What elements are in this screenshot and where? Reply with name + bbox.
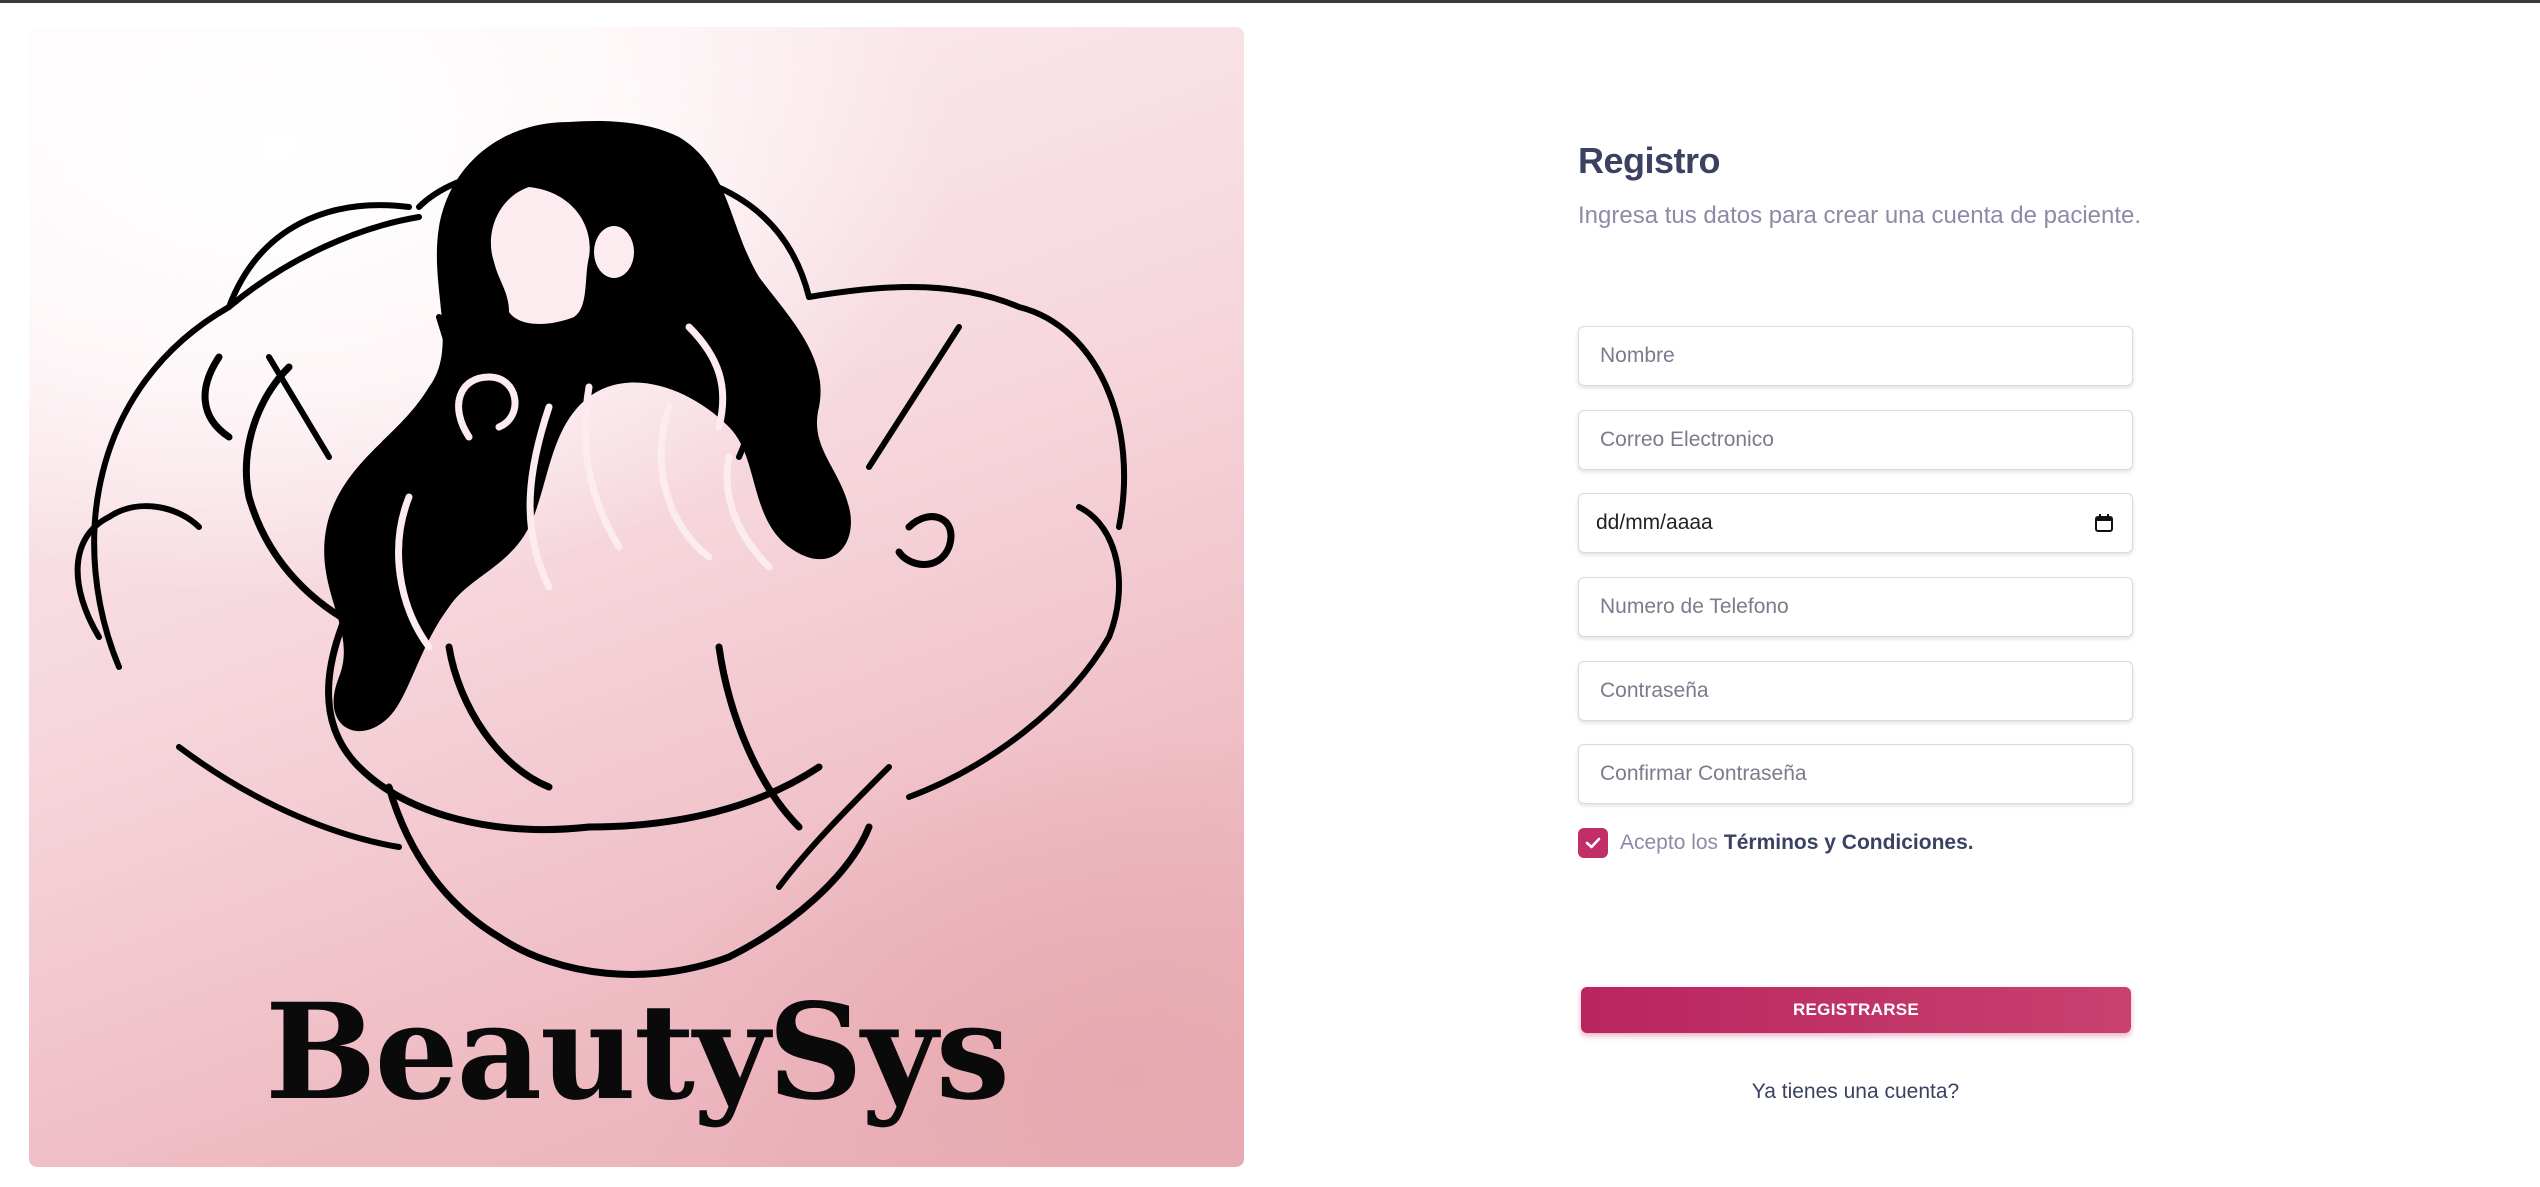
name-input[interactable] xyxy=(1578,326,2133,386)
terms-label: Acepto los Términos y Condiciones. xyxy=(1620,831,1974,855)
phone-input[interactable] xyxy=(1578,577,2133,637)
page-subtitle: Ingresa tus datos para crear una cuenta … xyxy=(1578,202,2142,229)
terms-link[interactable]: Términos y Condiciones. xyxy=(1724,831,1974,854)
check-icon xyxy=(1585,837,1601,849)
terms-prefix: Acepto los xyxy=(1620,831,1719,854)
registration-form: Registro Ingresa tus datos para crear un… xyxy=(1578,140,2142,1103)
terms-checkbox[interactable] xyxy=(1578,828,1608,858)
email-input[interactable] xyxy=(1578,410,2133,470)
birthdate-value: dd/mm/aaaa xyxy=(1596,511,1713,534)
brand-name: BeautySys xyxy=(264,975,1010,1130)
terms-row: Acepto los Términos y Condiciones. xyxy=(1578,828,1974,858)
calendar-icon[interactable] xyxy=(2094,513,2114,533)
page-title: Registro xyxy=(1578,140,1721,181)
password-input[interactable] xyxy=(1578,661,2133,721)
register-button[interactable]: REGISTRARSE xyxy=(1581,987,2131,1033)
confirm-password-input[interactable] xyxy=(1578,744,2133,804)
birthdate-input[interactable]: dd/mm/aaaa xyxy=(1578,493,2133,553)
login-link[interactable]: Ya tienes una cuenta? xyxy=(1578,1080,2133,1104)
hero-image: BeautySys xyxy=(29,27,1244,1167)
top-border xyxy=(0,0,2540,3)
